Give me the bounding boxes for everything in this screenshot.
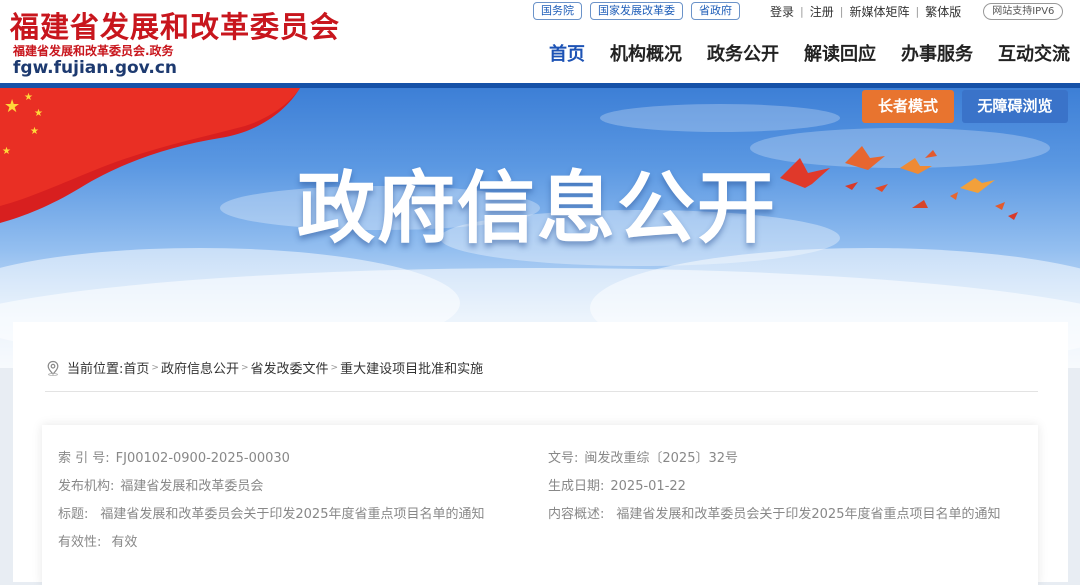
top-links: 国务院 国家发展改革委 省政府 登录 | 注册 | 新媒体矩阵 | 繁体版 网站…	[533, 2, 1064, 20]
document-number-label: 文号:	[548, 451, 579, 466]
main-nav: 首页 机构概况 政务公开 解读回应 办事服务 互动交流	[524, 42, 1070, 68]
date-row: 生成日期: 2025-01-22	[548, 475, 686, 494]
svg-text:★: ★	[4, 96, 20, 117]
breadcrumb-separator: >	[330, 362, 339, 373]
nav-interpretation[interactable]: 解读回应	[804, 42, 876, 68]
traditional-chinese-link[interactable]: 繁体版	[925, 3, 961, 20]
link-state-council[interactable]: 国务院	[533, 2, 582, 20]
nav-organization[interactable]: 机构概况	[610, 42, 682, 68]
separator: |	[800, 4, 804, 18]
summary-label: 内容概述:	[548, 507, 605, 522]
publisher-label: 发布机构:	[58, 479, 115, 494]
breadcrumb-divider	[45, 391, 1038, 392]
site-header: 福建省发展和改革委员会 福建省发展和改革委员会.政务 fgw.fujian.go…	[0, 0, 1080, 83]
link-provincial-government[interactable]: 省政府	[691, 2, 740, 20]
publisher-row: 发布机构: 福建省发展和改革委员会	[58, 475, 263, 494]
nav-services[interactable]: 办事服务	[901, 42, 973, 68]
breadcrumb-separator: >	[151, 362, 159, 373]
content-panel: 当前位置: 首页 > 政府信息公开 > 省发改委文件 > 重大建设项目批准和实施…	[13, 322, 1068, 585]
nav-government-affairs[interactable]: 政务公开	[707, 42, 779, 68]
summary-value: 福建省发展和改革委员会关于印发2025年度省重点项目名单的通知	[616, 507, 1001, 522]
publisher-value: 福建省发展和改革委员会	[120, 479, 264, 494]
summary-row: 内容概述: 福建省发展和改革委员会关于印发2025年度省重点项目名单的通知	[548, 503, 1000, 522]
accessibility-button[interactable]: 无障碍浏览	[962, 90, 1068, 123]
validity-label: 有效性:	[58, 535, 102, 550]
title-label: 标题:	[58, 507, 89, 522]
index-number-value: FJ00102-0900-2025-00030	[115, 451, 290, 466]
breadcrumb-separator: >	[240, 362, 249, 373]
date-label: 生成日期:	[548, 479, 605, 494]
site-logo-subtitle: 福建省发展和改革委员会.政务	[13, 44, 174, 58]
validity-value: 有效	[111, 535, 138, 550]
separator: |	[915, 4, 920, 18]
svg-text:★: ★	[30, 126, 39, 137]
title-value: 福建省发展和改革委员会关于印发2025年度省重点项目名单的通知	[100, 507, 485, 522]
breadcrumb-label: 当前位置:	[67, 362, 124, 377]
document-number-row: 文号: 闽发改重综〔2025〕32号	[548, 447, 738, 466]
new-media-link[interactable]: 新媒体矩阵	[849, 3, 909, 20]
document-info-box: 索 引 号: FJ00102-0900-2025-00030 文号: 闽发改重综〔2…	[42, 425, 1038, 585]
link-ndrc[interactable]: 国家发展改革委	[590, 2, 683, 20]
date-value: 2025-01-22	[610, 479, 686, 494]
svg-text:★: ★	[24, 92, 33, 103]
nav-interaction[interactable]: 互动交流	[998, 42, 1070, 68]
breadcrumb-current[interactable]: 重大建设项目批准和实施	[340, 358, 483, 377]
document-number-value: 闽发改重综〔2025〕32号	[584, 451, 739, 466]
title-row: 标题: 福建省发展和改革委员会关于印发2025年度省重点项目名单的通知	[58, 503, 484, 522]
svg-text:★: ★	[34, 108, 43, 119]
validity-row: 有效性: 有效	[58, 531, 137, 550]
breadcrumb: 当前位置: 首页 > 政府信息公开 > 省发改委文件 > 重大建设项目批准和实施	[45, 358, 483, 377]
ipv6-badge: 网站支持IPV6	[983, 2, 1064, 20]
svg-text:★: ★	[2, 146, 11, 157]
separator: |	[839, 4, 844, 18]
site-domain: fgw.fujian.gov.cn	[13, 58, 178, 78]
index-number-row: 索 引 号: FJ00102-0900-2025-00030	[58, 447, 290, 466]
site-logo-title[interactable]: 福建省发展和改革委员会	[10, 4, 340, 46]
nav-home[interactable]: 首页	[549, 42, 585, 68]
breadcrumb-documents[interactable]: 省发改委文件	[251, 358, 329, 377]
breadcrumb-home[interactable]: 首页	[123, 358, 149, 377]
location-pin-icon	[47, 360, 59, 376]
elder-mode-button[interactable]: 长者模式	[862, 90, 954, 123]
banner-title: 政府信息公开	[297, 164, 778, 254]
register-link[interactable]: 注册	[810, 3, 834, 20]
login-link[interactable]: 登录	[770, 3, 794, 20]
index-number-label: 索 引 号:	[58, 451, 110, 466]
breadcrumb-gov-info[interactable]: 政府信息公开	[161, 358, 239, 377]
